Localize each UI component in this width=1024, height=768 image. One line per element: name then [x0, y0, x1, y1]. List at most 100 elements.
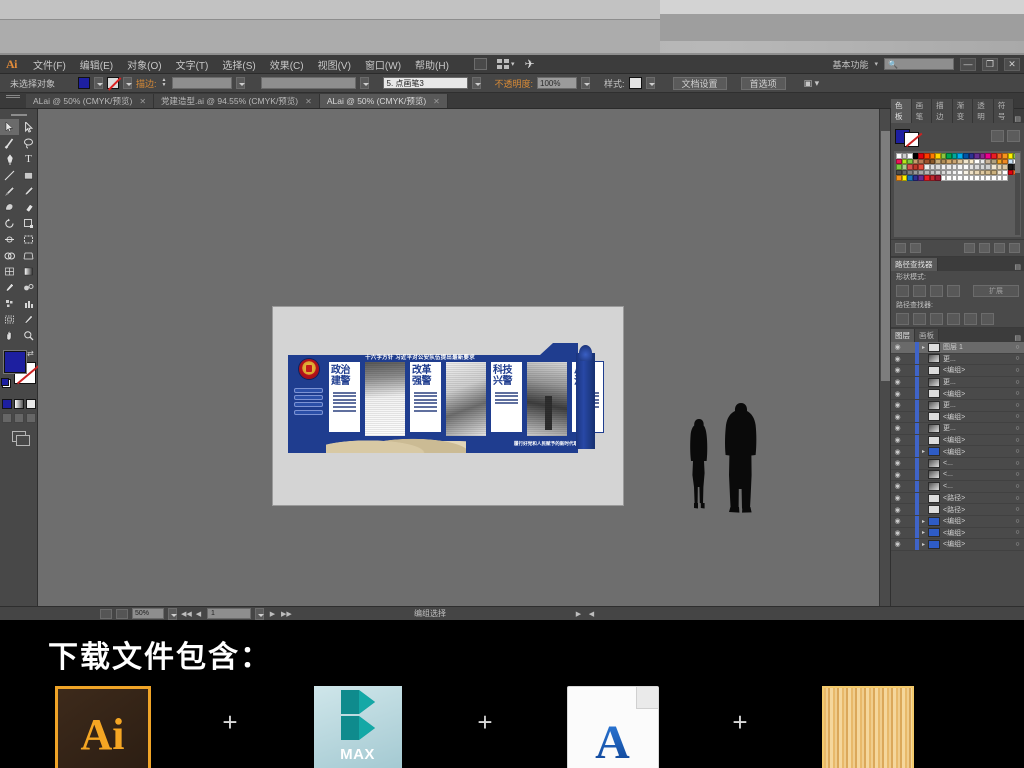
swatches-grid-area[interactable]: [894, 151, 1021, 237]
artboard-tool[interactable]: [0, 311, 19, 327]
new-color-group-icon[interactable]: [979, 243, 990, 253]
layer-target-icon[interactable]: ○: [1011, 402, 1024, 409]
canvas-area[interactable]: 十六字方针 习近平对公安队伍提出最新要求 政治建警 改革强警 科技兴警 履行好党…: [38, 109, 890, 620]
pathfinder-panel-menu-icon[interactable]: ▤: [1014, 263, 1024, 271]
none-fill-mode-button[interactable]: [25, 399, 36, 409]
layer-target-icon[interactable]: ○: [1011, 413, 1024, 420]
document-tab-2-close-icon[interactable]: ✕: [305, 97, 312, 106]
layer-row[interactable]: ◉ <... ○: [891, 480, 1024, 493]
layers-panel-menu-icon[interactable]: ▤: [1014, 334, 1024, 342]
blob-brush-tool[interactable]: [0, 199, 19, 215]
layer-target-icon[interactable]: ○: [1011, 483, 1024, 490]
slice-tool[interactable]: [19, 311, 38, 327]
layer-visibility-icon[interactable]: ◉: [891, 343, 904, 351]
outline-button[interactable]: [964, 313, 977, 325]
layer-row[interactable]: ◉ <编组> ○: [891, 388, 1024, 400]
layer-target-icon[interactable]: ○: [1011, 471, 1024, 478]
restore-button[interactable]: ❐: [982, 57, 998, 71]
stroke-dropdown-icon[interactable]: [123, 77, 132, 89]
layer-target-icon[interactable]: ○: [1011, 355, 1024, 362]
layer-visibility-icon[interactable]: ◉: [891, 355, 904, 363]
layer-row[interactable]: ◉ <... ○: [891, 469, 1024, 482]
layer-target-icon[interactable]: ○: [1011, 529, 1024, 536]
layer-target-icon[interactable]: ○: [1011, 460, 1024, 467]
brush-definition-field[interactable]: 5. 点画笔3: [382, 77, 468, 89]
default-fill-stroke-icon[interactable]: [1, 378, 11, 388]
layer-visibility-icon[interactable]: ◉: [891, 459, 904, 467]
fill-color-large-swatch[interactable]: [4, 351, 26, 373]
layer-target-icon[interactable]: ○: [1011, 437, 1024, 444]
tab-gradient[interactable]: 渐变: [952, 99, 974, 123]
exclude-button[interactable]: [947, 285, 960, 297]
paper-plane-icon[interactable]: ✈: [524, 57, 534, 71]
status-share-icon[interactable]: [116, 608, 128, 619]
layer-row[interactable]: ◉ <编组> ○: [891, 434, 1024, 447]
document-tab-3[interactable]: ALai @ 50% (CMYK/预览) ✕: [319, 94, 448, 108]
menu-effect[interactable]: 效果(C): [263, 55, 311, 74]
layer-row[interactable]: ◉ <路径> ○: [891, 504, 1024, 516]
minus-back-button[interactable]: [981, 313, 994, 325]
intersect-button[interactable]: [930, 285, 943, 297]
zoom-dropdown-icon[interactable]: [168, 607, 177, 620]
direct-selection-tool[interactable]: [19, 119, 38, 135]
menu-edit[interactable]: 编辑(E): [73, 55, 120, 74]
stroke-weight-dropdown-icon[interactable]: [235, 77, 245, 89]
artboard-dropdown-icon[interactable]: [255, 607, 264, 620]
minimize-button[interactable]: —: [960, 57, 976, 71]
preferences-button[interactable]: 首选项: [740, 76, 786, 90]
layer-target-icon[interactable]: ○: [1011, 390, 1024, 397]
magic-wand-tool[interactable]: [0, 135, 19, 151]
search-input[interactable]: 🔍: [884, 58, 954, 70]
layer-expand-icon[interactable]: ▸: [919, 518, 928, 525]
type-tool[interactable]: T: [19, 151, 38, 167]
layer-row[interactable]: ◉ 更... ○: [891, 399, 1024, 412]
layer-row[interactable]: ◉ ▸ <编组> ○: [891, 538, 1024, 551]
layer-row[interactable]: ◉ <编组> ○: [891, 411, 1024, 424]
shape-builder-tool[interactable]: [0, 247, 19, 263]
minus-front-button[interactable]: [913, 285, 926, 297]
unite-button[interactable]: [896, 285, 909, 297]
layer-row[interactable]: ◉ 更... ○: [891, 422, 1024, 435]
fill-dropdown-icon[interactable]: [94, 77, 103, 89]
layer-visibility-icon[interactable]: ◉: [891, 482, 904, 490]
stroke-color-swatch[interactable]: [107, 77, 119, 89]
previous-artboard-icon[interactable]: ◀: [194, 610, 203, 618]
scale-tool[interactable]: [19, 215, 38, 231]
layer-row[interactable]: ◉ ▸ <编组> ○: [891, 515, 1024, 528]
tab-pathfinder[interactable]: 路径查找器: [891, 258, 938, 271]
layer-row[interactable]: ◉ <编组> ○: [891, 364, 1024, 377]
layer-row[interactable]: ◉ 更... ○: [891, 376, 1024, 389]
style-dropdown-icon[interactable]: [645, 77, 655, 89]
brush-dropdown-icon[interactable]: [471, 77, 481, 89]
layer-target-icon[interactable]: ○: [1011, 367, 1024, 374]
layer-visibility-icon[interactable]: ◉: [891, 390, 904, 398]
swap-fill-stroke-icon[interactable]: ⇄: [27, 349, 34, 358]
layer-visibility-icon[interactable]: ◉: [891, 494, 904, 502]
layer-row[interactable]: ◉ <... ○: [891, 457, 1024, 470]
perspective-grid-tool[interactable]: [19, 247, 38, 263]
layer-visibility-icon[interactable]: ◉: [891, 529, 904, 537]
status-collapse-icon[interactable]: ◀: [587, 610, 596, 618]
layer-visibility-icon[interactable]: ◉: [891, 413, 904, 421]
divide-button[interactable]: [896, 313, 909, 325]
stroke-weight-stepper[interactable]: ▲ ▼: [161, 77, 168, 89]
tab-bar-grip[interactable]: [0, 92, 26, 108]
lasso-tool[interactable]: [19, 135, 38, 151]
layer-visibility-icon[interactable]: ◉: [891, 424, 904, 432]
menu-help[interactable]: 帮助(H): [408, 55, 456, 74]
layer-visibility-icon[interactable]: ◉: [891, 448, 904, 456]
document-tab-2[interactable]: 党建造型.ai @ 94.55% (CMYK/预览) ✕: [154, 94, 320, 108]
layer-expand-icon[interactable]: ▸: [919, 344, 928, 351]
swatch-options-icon[interactable]: [964, 243, 975, 253]
next-artboard-icon[interactable]: ▶: [268, 610, 277, 618]
eraser-tool[interactable]: [19, 199, 38, 215]
column-graph-tool[interactable]: [19, 295, 38, 311]
layer-target-icon[interactable]: ○: [1011, 344, 1024, 351]
pencil-tool[interactable]: [19, 183, 38, 199]
swatch-libraries-icon[interactable]: [895, 243, 906, 253]
layer-target-icon[interactable]: ○: [1011, 541, 1024, 548]
last-artboard-icon[interactable]: ▶▶: [281, 610, 292, 618]
status-screen-icon[interactable]: [100, 608, 112, 619]
menu-type[interactable]: 文字(T): [169, 55, 216, 74]
gradient-tool[interactable]: [19, 263, 38, 279]
